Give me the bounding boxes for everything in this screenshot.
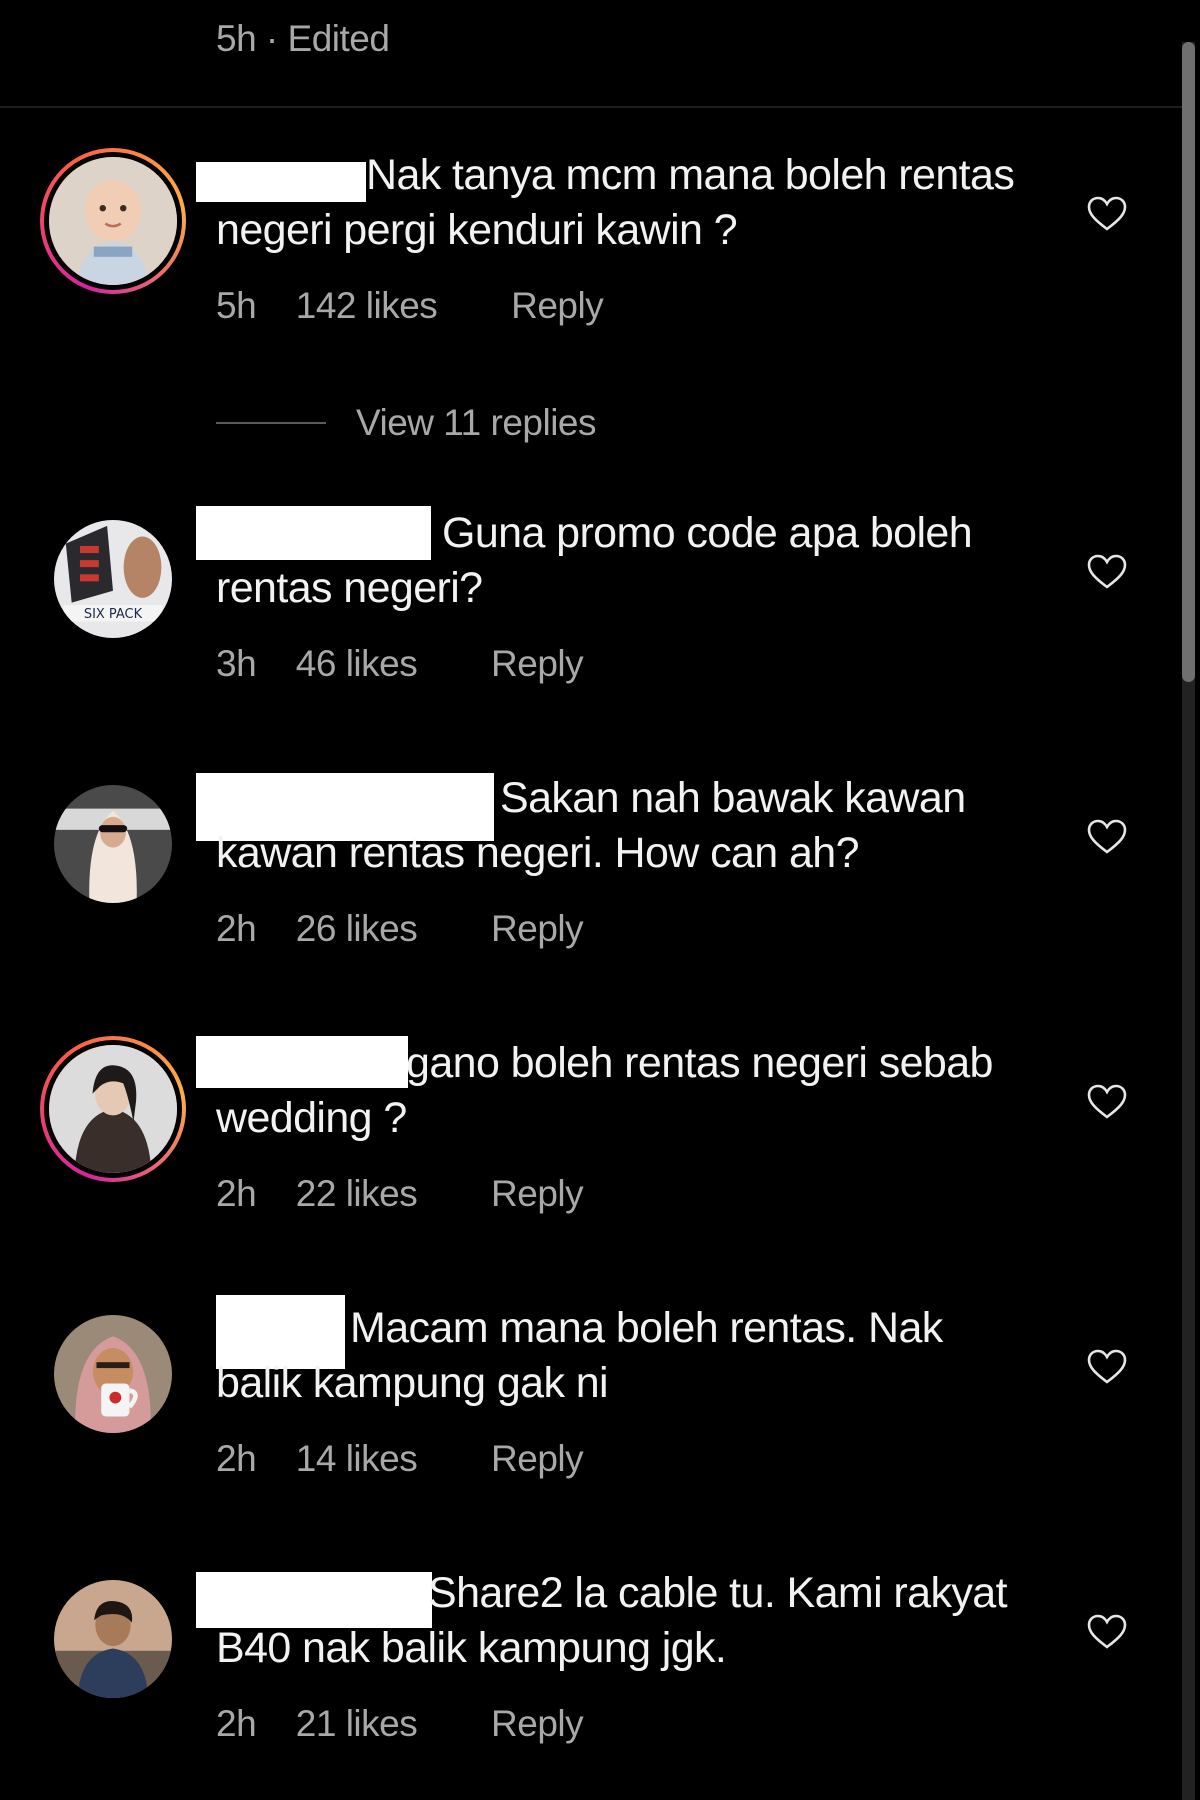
- woman-dark-avatar-icon: [49, 1045, 177, 1173]
- like-count[interactable]: 21 likes: [296, 1703, 418, 1745]
- heart-icon[interactable]: [1087, 819, 1127, 855]
- reply-button[interactable]: Reply: [491, 643, 584, 685]
- reply-button[interactable]: Reply: [511, 285, 604, 327]
- comment-text: Sakan nah bawak kawan kawan rentas neger…: [216, 774, 966, 877]
- svg-text:SIX PACK: SIX PACK: [84, 607, 143, 622]
- comment-text: Guna promo code apa boleh rentas negeri?: [216, 509, 973, 612]
- heart-icon[interactable]: [1087, 1349, 1127, 1385]
- comment-item: gano boleh rentas negeri sebab wedding ?…: [0, 1036, 1182, 1266]
- avatar[interactable]: [40, 1566, 186, 1712]
- comment-meta: 3h 46 likes Reply: [216, 643, 584, 685]
- view-replies-button[interactable]: View 11 replies: [216, 398, 597, 448]
- like-count[interactable]: 14 likes: [296, 1438, 418, 1480]
- reply-button[interactable]: Reply: [491, 1173, 584, 1215]
- comment-meta: 2h 14 likes Reply: [216, 1438, 584, 1480]
- avatar[interactable]: [40, 771, 186, 917]
- previous-comment-meta: 5h · Edited: [216, 18, 390, 59]
- avatar[interactable]: SIX PACK: [40, 506, 186, 652]
- reply-button[interactable]: Reply: [491, 1703, 584, 1745]
- comment-item: SIX PACK Guna promo code apa boleh renta…: [0, 506, 1182, 736]
- six-pack-logo-avatar-icon: SIX PACK: [54, 520, 172, 638]
- comment-text: Macam mana boleh rentas. Nak balik kampu…: [216, 1304, 943, 1407]
- scrollbar-thumb[interactable]: [1182, 42, 1195, 682]
- avatar[interactable]: [40, 148, 186, 294]
- comment-item: Sakan nah bawak kawan kawan rentas neger…: [0, 771, 1182, 1001]
- like-count[interactable]: 26 likes: [296, 908, 418, 950]
- comment-meta: 5h 142 likes Reply: [216, 285, 604, 327]
- comment-time: 2h: [216, 1438, 257, 1479]
- avatar[interactable]: [40, 1036, 186, 1182]
- comment-item: Share2 la cable tu. Kami rakyat B40 nak …: [0, 1566, 1182, 1796]
- comment-item: Macam mana boleh rentas. Nak balik kampu…: [0, 1295, 1182, 1531]
- woman-mug-avatar-icon: [54, 1315, 172, 1433]
- heart-icon[interactable]: [1087, 196, 1127, 232]
- comment-time: 3h: [216, 643, 257, 684]
- comment-time: 2h: [216, 908, 257, 949]
- like-count[interactable]: 22 likes: [296, 1173, 418, 1215]
- avatar[interactable]: [40, 1301, 186, 1447]
- comment-text: gano boleh rentas negeri sebab wedding ?: [216, 1039, 993, 1142]
- reply-button[interactable]: Reply: [491, 1438, 584, 1480]
- comment-text: Nak tanya mcm mana boleh rentas negeri p…: [216, 151, 1015, 254]
- comment-time: 2h: [216, 1703, 257, 1744]
- replies-line: [216, 422, 326, 424]
- comment-time: 5h: [216, 285, 257, 326]
- heart-icon[interactable]: [1087, 1084, 1127, 1120]
- view-replies-label: View 11 replies: [356, 402, 597, 443]
- man-avatar-icon: [54, 1580, 172, 1698]
- heart-icon[interactable]: [1087, 554, 1127, 590]
- baby-avatar-icon: [49, 157, 177, 285]
- comment-meta: 2h 21 likes Reply: [216, 1703, 584, 1745]
- like-count[interactable]: 46 likes: [296, 643, 418, 685]
- divider: [0, 106, 1182, 108]
- like-count[interactable]: 142 likes: [296, 285, 438, 327]
- comment-time: 2h: [216, 1173, 257, 1214]
- comment-text: Share2 la cable tu. Kami rakyat B40 nak …: [216, 1569, 1008, 1672]
- hijab-woman-avatar-icon: [54, 785, 172, 903]
- reply-button[interactable]: Reply: [491, 908, 584, 950]
- heart-icon[interactable]: [1087, 1614, 1127, 1650]
- comment-meta: 2h 22 likes Reply: [216, 1173, 584, 1215]
- comment-meta: 2h 26 likes Reply: [216, 908, 584, 950]
- comment-item: Nak tanya mcm mana boleh rentas negeri p…: [0, 148, 1182, 378]
